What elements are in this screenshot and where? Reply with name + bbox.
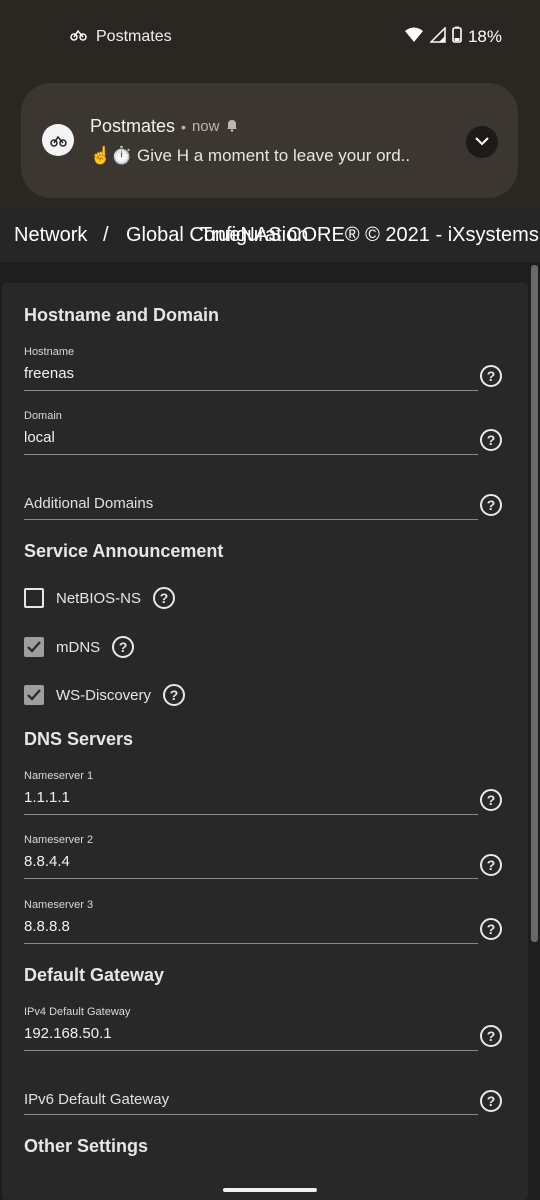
hostname-underline bbox=[24, 390, 478, 391]
nameserver3-value[interactable]: 8.8.8.8 bbox=[24, 918, 478, 935]
domain-field[interactable]: Domain local bbox=[24, 410, 478, 455]
section-other-settings: Other Settings bbox=[24, 1136, 149, 1156]
mdns-help-icon[interactable]: ? bbox=[112, 636, 135, 658]
nameserver3-label: Nameserver 3 bbox=[24, 899, 94, 911]
ipv4-gateway-label: IPv4 Default Gateway bbox=[24, 1006, 131, 1018]
additional-domains-underline bbox=[24, 519, 478, 520]
domain-label: Domain bbox=[24, 410, 62, 422]
nameserver1-value[interactable]: 1.1.1.1 bbox=[24, 789, 478, 806]
notification-header: Postmates • now bbox=[90, 116, 239, 137]
notification-message: ☝️⏱️ Give H a moment to leave your ord.. bbox=[90, 146, 411, 165]
ipv6-gateway-label: IPv6 Default Gateway bbox=[24, 1091, 170, 1108]
ipv4-gateway-value[interactable]: 192.168.50.1 bbox=[24, 1025, 478, 1042]
nameserver3-underline bbox=[24, 943, 478, 944]
expand-notification-button[interactable] bbox=[466, 126, 498, 158]
breadcrumb-separator: / bbox=[103, 224, 109, 246]
chevron-down-icon bbox=[474, 133, 490, 151]
mdns-checkbox-row[interactable]: mDNS ? bbox=[24, 636, 135, 658]
section-hostname-domain: Hostname and Domain bbox=[24, 305, 220, 325]
status-bar: Postmates 18% bbox=[0, 0, 540, 72]
netbios-label: NetBIOS-NS bbox=[56, 589, 142, 607]
scrollbar[interactable] bbox=[531, 265, 538, 942]
hostname-help-icon[interactable]: ? bbox=[480, 365, 502, 387]
nameserver1-underline bbox=[24, 814, 478, 815]
breadcrumb-network[interactable]: Network bbox=[14, 224, 87, 247]
wsd-help-icon[interactable]: ? bbox=[163, 684, 186, 706]
checkmark-icon bbox=[27, 641, 41, 653]
wsd-checkbox[interactable] bbox=[24, 685, 44, 705]
netbios-checkbox[interactable] bbox=[24, 588, 44, 608]
ipv6-gateway-underline bbox=[24, 1114, 478, 1115]
mdns-checkbox[interactable] bbox=[24, 637, 44, 657]
domain-value[interactable]: local bbox=[24, 429, 478, 446]
nameserver3-help-icon[interactable]: ? bbox=[480, 918, 502, 940]
nameserver2-field[interactable]: Nameserver 2 8.8.4.4 bbox=[24, 834, 478, 879]
hostname-label: Hostname bbox=[24, 346, 75, 358]
wsd-checkbox-row[interactable]: WS-Discovery ? bbox=[24, 684, 186, 706]
ipv6-gateway-help-icon[interactable]: ? bbox=[480, 1090, 502, 1112]
additional-domains-label: Additional Domains bbox=[24, 495, 154, 512]
section-service-announcement: Service Announcement bbox=[24, 541, 224, 561]
signal-icon bbox=[429, 25, 446, 48]
additional-domains-help-icon[interactable]: ? bbox=[480, 494, 502, 516]
notification-card[interactable]: Postmates • now ☝️⏱️ Give H a moment to … bbox=[21, 83, 518, 198]
breadcrumb: Network / Global Configuration TrueNAS C… bbox=[0, 210, 540, 262]
status-app-name: Postmates bbox=[96, 27, 172, 45]
battery-percent: 18% bbox=[467, 27, 502, 46]
additional-domains-field[interactable]: Additional Domains bbox=[24, 475, 478, 520]
gesture-nav-handle[interactable] bbox=[223, 1188, 317, 1192]
section-dns-servers: DNS Servers bbox=[24, 729, 134, 749]
hostname-field[interactable]: Hostname freenas bbox=[24, 346, 478, 391]
nameserver1-help-icon[interactable]: ? bbox=[480, 789, 502, 811]
ipv4-gateway-field[interactable]: IPv4 Default Gateway 192.168.50.1 bbox=[24, 1006, 478, 1051]
battery-icon bbox=[452, 26, 462, 48]
nameserver3-field[interactable]: Nameserver 3 8.8.8.8 bbox=[24, 899, 478, 944]
nameserver2-value[interactable]: 8.8.4.4 bbox=[24, 853, 478, 870]
postmates-status-icon bbox=[68, 27, 88, 46]
status-right: 18% bbox=[404, 25, 502, 48]
ipv4-gateway-underline bbox=[24, 1050, 478, 1051]
wifi-icon bbox=[404, 27, 424, 48]
section-default-gateway: Default Gateway bbox=[24, 965, 165, 985]
nameserver1-label: Nameserver 1 bbox=[24, 770, 94, 782]
nameserver2-label: Nameserver 2 bbox=[24, 834, 94, 846]
wsd-label: WS-Discovery bbox=[56, 686, 152, 704]
copyright-text: TrueNAS CORE® © 2021 - iXsystems, Inc. bbox=[200, 224, 540, 246]
global-configuration-form: Hostname and Domain Hostname freenas ? D… bbox=[2, 283, 528, 1200]
nameserver2-help-icon[interactable]: ? bbox=[480, 854, 502, 876]
mdns-label: mDNS bbox=[56, 638, 101, 656]
checkmark-icon bbox=[27, 689, 41, 701]
ipv6-gateway-field[interactable]: IPv6 Default Gateway bbox=[24, 1070, 478, 1115]
notification-app-name: Postmates bbox=[90, 116, 176, 136]
netbios-checkbox-row[interactable]: NetBIOS-NS ? bbox=[24, 587, 176, 609]
status-left: Postmates bbox=[68, 27, 172, 46]
netbios-help-icon[interactable]: ? bbox=[153, 587, 176, 609]
notification-separator: • bbox=[181, 118, 186, 135]
nameserver1-field[interactable]: Nameserver 1 1.1.1.1 bbox=[24, 770, 478, 815]
domain-help-icon[interactable]: ? bbox=[480, 429, 502, 451]
ipv4-gateway-help-icon[interactable]: ? bbox=[480, 1025, 502, 1047]
domain-underline bbox=[24, 454, 478, 455]
bell-icon bbox=[225, 116, 239, 137]
nameserver2-underline bbox=[24, 878, 478, 879]
notification-time: now bbox=[191, 118, 220, 135]
postmates-app-icon bbox=[42, 124, 74, 156]
hostname-value[interactable]: freenas bbox=[24, 365, 478, 382]
